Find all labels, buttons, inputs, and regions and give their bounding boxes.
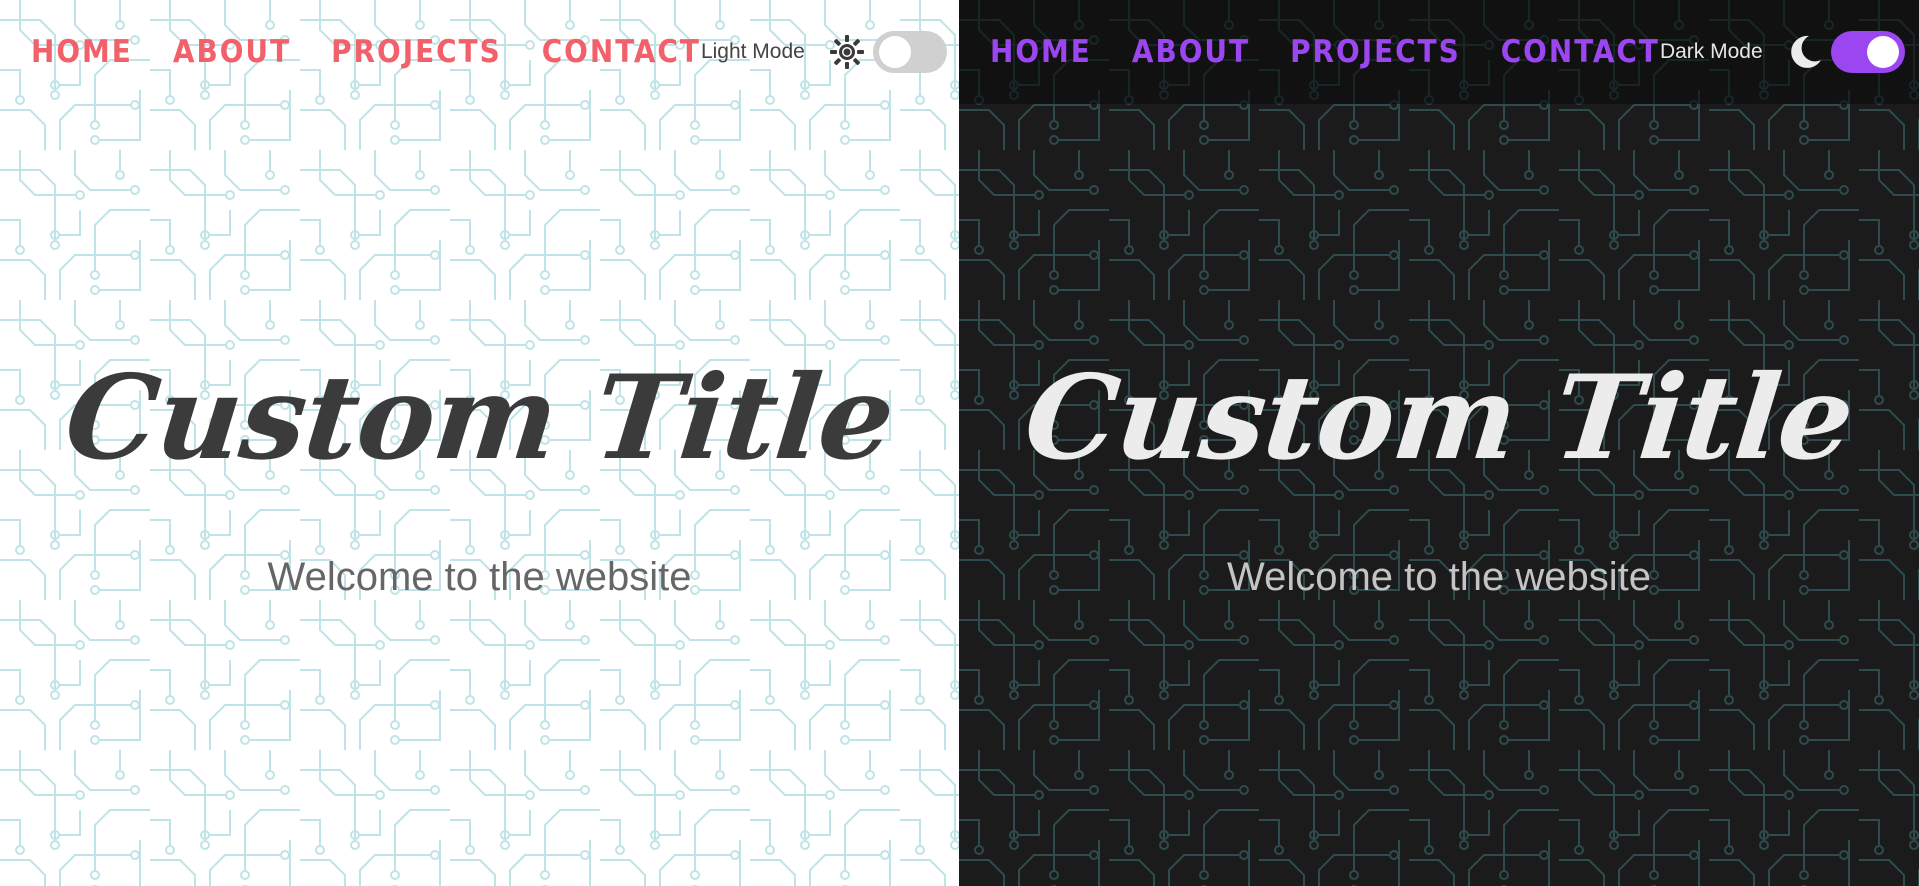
toggle-knob [878,36,911,68]
navbar: HOME ABOUT PROJECTS CONTACT Light Mode [0,0,959,104]
hero-title: Custom Title [1018,350,1860,486]
theme-comparison: HOME ABOUT PROJECTS CONTACT Light Mode C… [0,0,1919,886]
dark-mode-panel: HOME ABOUT PROJECTS CONTACT Dark Mode Cu… [959,0,1919,886]
nav-link-home[interactable]: HOME [990,34,1092,70]
nav-links: HOME ABOUT PROJECTS CONTACT [990,34,1660,70]
theme-switcher: Dark Mode [1660,31,1919,73]
sun-icon [827,32,867,72]
nav-links: HOME ABOUT PROJECTS CONTACT [31,34,701,70]
theme-toggle[interactable] [1830,31,1905,73]
theme-toggle[interactable] [872,31,947,73]
hero-title: Custom Title [59,350,900,486]
theme-switcher: Light Mode [701,31,959,73]
nav-link-contact[interactable]: CONTACT [1501,34,1660,70]
nav-link-projects[interactable]: PROJECTS [331,34,502,70]
hero-subtitle: Welcome to the website [1227,555,1651,599]
hero-section: Custom Title Welcome to the website [959,0,1919,886]
navbar: HOME ABOUT PROJECTS CONTACT Dark Mode [959,0,1919,104]
mode-label: Light Mode [700,40,805,63]
light-mode-panel: HOME ABOUT PROJECTS CONTACT Light Mode C… [0,0,959,886]
nav-link-about[interactable]: ABOUT [1132,34,1250,70]
nav-link-contact[interactable]: CONTACT [542,34,701,70]
toggle-knob [1866,36,1899,68]
nav-link-home[interactable]: HOME [31,34,133,70]
nav-link-about[interactable]: ABOUT [173,34,291,70]
moon-icon [1785,32,1825,72]
hero-subtitle: Welcome to the website [267,555,692,599]
nav-link-projects[interactable]: PROJECTS [1290,34,1461,70]
mode-label: Dark Mode [1659,40,1763,63]
hero-section: Custom Title Welcome to the website [0,0,959,886]
